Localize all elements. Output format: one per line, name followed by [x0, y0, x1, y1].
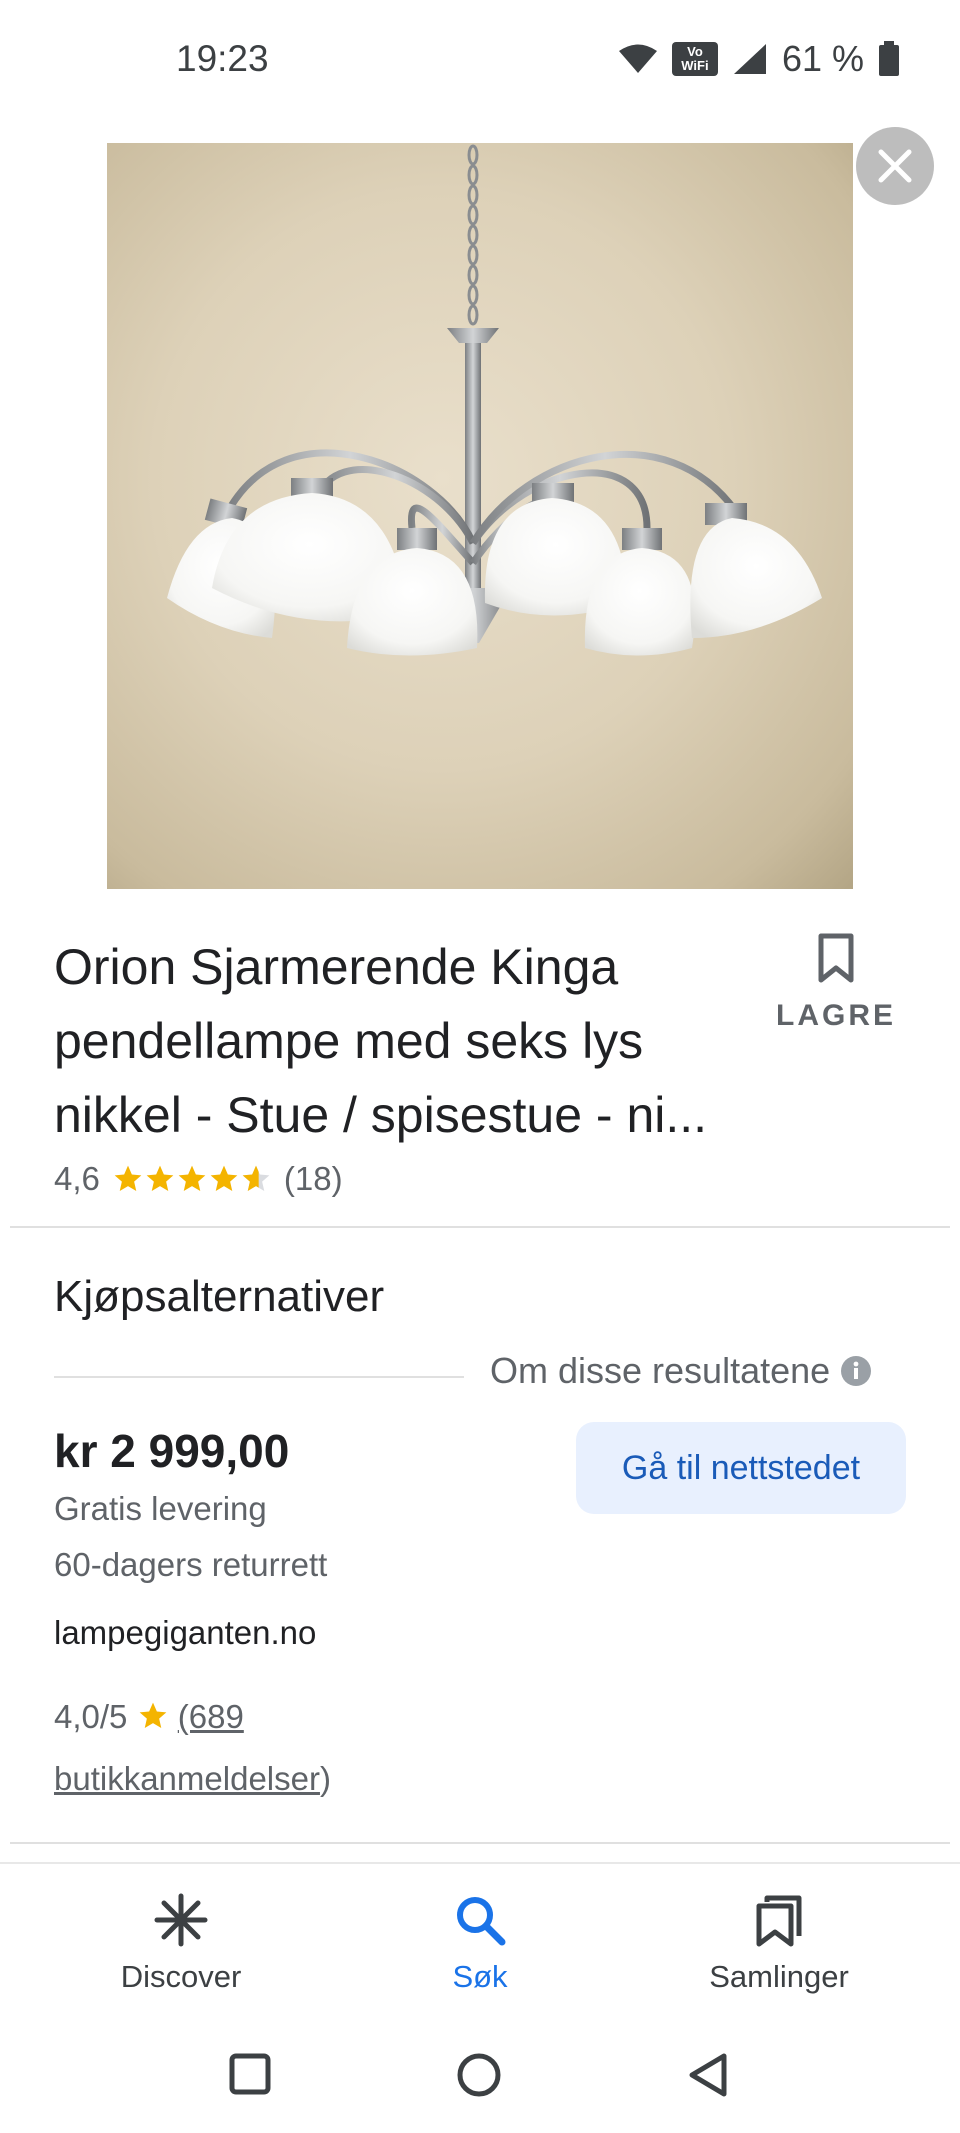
close-button[interactable]	[856, 127, 934, 205]
home-icon[interactable]	[456, 2052, 502, 2098]
system-navigation-bar	[0, 2012, 960, 2133]
store-reviews-close: )	[319, 1760, 331, 1797]
half-star-icon	[242, 1165, 270, 1191]
vowifi-icon: Vo WiFi	[671, 42, 718, 76]
nav-label: Discover	[120, 1959, 242, 1994]
battery-icon	[879, 41, 899, 76]
nav-collections[interactable]: Samlinger	[669, 1892, 889, 1995]
buying-options-heading: Kjøpsalternativer	[54, 1272, 385, 1321]
nav-label: Søk	[452, 1959, 508, 1994]
star-icon	[210, 1165, 238, 1191]
recent-apps-icon[interactable]	[228, 2052, 272, 2096]
delivery-info: Gratis levering	[54, 1490, 267, 1527]
info-icon	[841, 1356, 872, 1386]
screen: 19:23 Vo WiFi 61 % Orion Sjarmerende Kin…	[0, 0, 960, 2133]
status-bar: 19:23 Vo WiFi 61 %	[0, 0, 960, 120]
search-icon	[457, 1897, 506, 1946]
star-icon	[178, 1165, 206, 1191]
store-name[interactable]: lampegiganten.no	[54, 1614, 316, 1652]
product-title[interactable]: Orion Sjarmerende Kinga pendellampe med …	[54, 930, 774, 1152]
status-icons: Vo WiFi 61 %	[618, 38, 900, 80]
visit-website-button[interactable]: Gå til nettstedet	[576, 1422, 906, 1514]
asterisk-icon	[154, 1893, 208, 1947]
star-icon	[139, 1702, 166, 1728]
vowifi-bottom-text: WiFi	[681, 58, 709, 73]
bookmark-icon	[818, 933, 854, 983]
divider	[10, 1842, 950, 1844]
rating-value: 4,6	[54, 1160, 100, 1197]
star-icon	[114, 1165, 142, 1191]
battery-percentage: 61 %	[781, 38, 864, 79]
signal-icon	[733, 44, 766, 74]
about-results-label: Om disse resultatene	[490, 1350, 831, 1391]
returns-info: 60-dagers returrett	[54, 1546, 328, 1583]
back-icon[interactable]	[686, 2052, 730, 2098]
rating-stars	[112, 1163, 272, 1195]
nav-label: Samlinger	[709, 1959, 849, 1994]
save-button[interactable]: LAGRE	[776, 932, 896, 1033]
nav-discover[interactable]: Discover	[71, 1892, 291, 1995]
product-image[interactable]	[107, 143, 853, 889]
offer-price: kr 2 999,00	[54, 1425, 290, 1477]
save-label: LAGRE	[776, 999, 896, 1032]
divider	[10, 1226, 950, 1228]
store-rating-value: 4,0/5	[54, 1698, 128, 1735]
bottom-navigation: Discover Søk Samlinger	[0, 1862, 960, 2014]
review-count: (18)	[283, 1160, 343, 1197]
section-divider	[54, 1376, 464, 1378]
vowifi-top-text: Vo	[687, 44, 703, 59]
product-rating[interactable]: 4,6 (18)	[54, 1160, 343, 1198]
chandelier-illustration	[167, 144, 822, 656]
collections-icon	[756, 1895, 802, 1947]
status-time: 19:23	[176, 38, 269, 79]
star-icon	[146, 1165, 174, 1191]
wifi-icon	[618, 44, 657, 73]
about-results-link[interactable]: Om disse resultatene	[490, 1350, 872, 1392]
nav-search[interactable]: Søk	[370, 1892, 590, 1995]
store-rating: 4,0/5 (689 butikkanmeldelser)	[54, 1686, 434, 1810]
close-icon	[878, 149, 912, 183]
